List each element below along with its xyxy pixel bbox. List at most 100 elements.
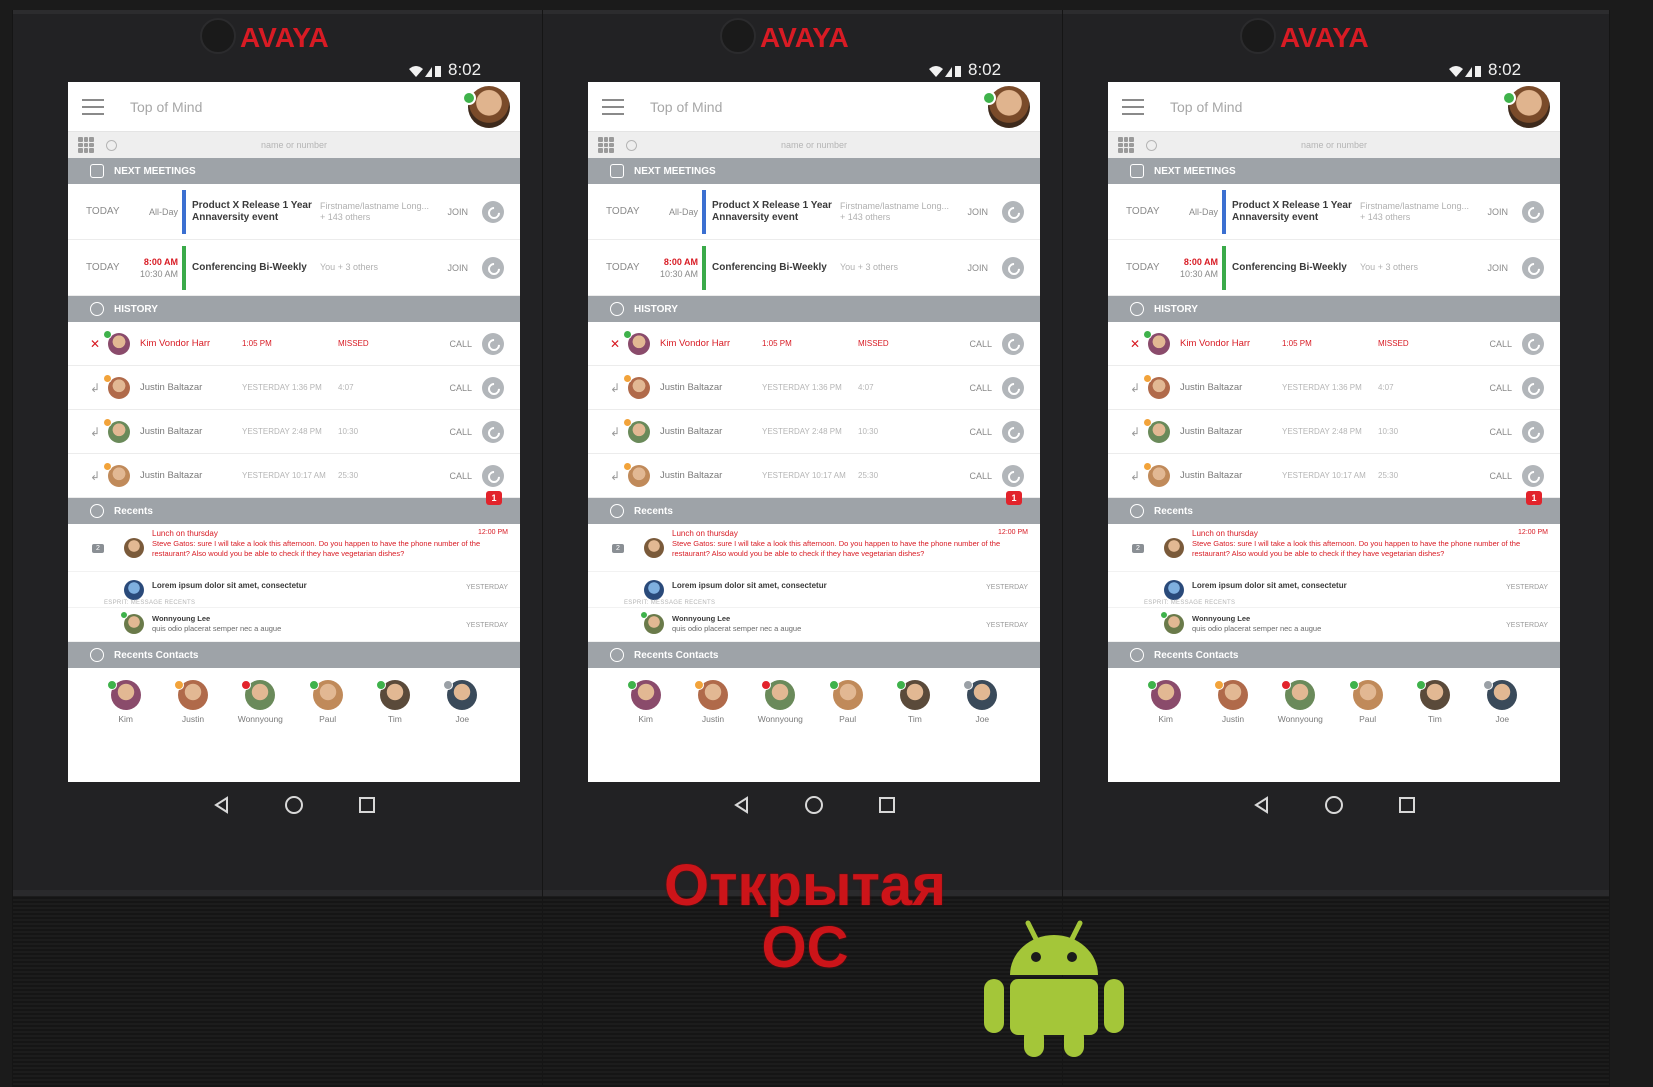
call-button[interactable] — [482, 376, 504, 399]
history-name: Justin Baltazar — [1180, 426, 1243, 437]
history-row[interactable]: ↲ Justin Baltazar YESTERDAY 2:48 PM 10:30 CA… — [1108, 410, 1560, 454]
meeting-row[interactable]: TODAY All-Day Product X Release 1 Year Anna… — [68, 184, 520, 240]
back-icon[interactable] — [213, 796, 229, 814]
recent-item[interactable]: Lorem ipsum dolor sit amet, consectetur Y… — [1108, 572, 1560, 608]
meeting-row[interactable]: TODAY 8:00 AM 10:30 AM Conferencing Bi-Week… — [68, 240, 520, 296]
contact-item[interactable]: Paul — [1343, 680, 1393, 724]
call-button[interactable] — [1522, 332, 1544, 355]
contact-item[interactable]: Paul — [823, 680, 873, 724]
search-input[interactable]: name or number — [588, 140, 1040, 150]
contact-item[interactable]: Wonnyoung — [755, 680, 805, 724]
recent-apps-icon[interactable] — [879, 797, 895, 813]
call-button[interactable] — [1002, 376, 1024, 399]
contact-item[interactable]: Justin — [688, 680, 738, 724]
history-row[interactable]: ✕ Kim Vondor Harr 1:05 PM MISSED CALL — [68, 322, 520, 366]
home-icon[interactable] — [805, 796, 823, 814]
menu-icon[interactable] — [602, 98, 624, 115]
recent-item[interactable]: 2 Lunch on thursday Steve Gatos: sure I wi… — [68, 524, 520, 572]
meeting-row[interactable]: TODAY All-Day Product X Release 1 Year Anna… — [1108, 184, 1560, 240]
chat-bubble-icon — [90, 504, 104, 518]
contact-item[interactable]: Kim — [621, 680, 671, 724]
join-button[interactable] — [482, 200, 504, 223]
meeting-row[interactable]: TODAY All-Day Product X Release 1 Year Anna… — [588, 184, 1040, 240]
search-bar[interactable]: name or number — [68, 132, 520, 158]
history-row[interactable]: ↲ Justin Baltazar YESTERDAY 1:36 PM 4:07 CAL… — [68, 366, 520, 410]
my-avatar[interactable] — [1508, 86, 1550, 128]
search-bar[interactable]: name or number — [1108, 132, 1560, 158]
contact-item[interactable]: Wonnyoung — [235, 680, 285, 724]
call-button[interactable] — [1002, 332, 1024, 355]
back-icon[interactable] — [1253, 796, 1269, 814]
contact-item[interactable]: Paul — [303, 680, 353, 724]
meeting-color-bar — [702, 189, 706, 234]
history-time: 1:05 PM — [762, 339, 792, 348]
history-row[interactable]: ↲ Justin Baltazar YESTERDAY 2:48 PM 10:30 CA… — [68, 410, 520, 454]
history-row[interactable]: ↲ Justin Baltazar YESTERDAY 10:17 AM 25:30 C… — [1108, 454, 1560, 505]
contact-item[interactable]: Justin — [168, 680, 218, 724]
meeting-subject: Conferencing Bi-Weekly — [192, 262, 320, 274]
history-row[interactable]: ↲ Justin Baltazar YESTERDAY 1:36 PM 4:07 CAL… — [588, 366, 1040, 410]
contact-item[interactable]: Joe — [1477, 680, 1527, 724]
meeting-start: All-Day — [668, 206, 698, 217]
my-avatar[interactable] — [988, 86, 1030, 128]
call-label: CALL — [969, 382, 992, 393]
meeting-attendees: You + 3 others — [840, 262, 952, 273]
menu-icon[interactable] — [82, 98, 104, 115]
contact-item[interactable]: Kim — [1141, 680, 1191, 724]
history-duration: 10:30 — [1378, 427, 1399, 436]
wifi-signal-battery-icon — [408, 63, 442, 77]
recent-item[interactable]: Lorem ipsum dolor sit amet, consectetur Y… — [68, 572, 520, 608]
call-label: CALL — [1489, 382, 1512, 393]
join-button[interactable] — [1522, 256, 1544, 279]
call-button[interactable] — [482, 420, 504, 443]
call-button[interactable] — [482, 464, 504, 487]
join-button[interactable] — [482, 256, 504, 279]
history-row[interactable]: ✕ Kim Vondor Harr 1:05 PM MISSED CALL — [588, 322, 1040, 366]
recent-item[interactable]: Wonnyoung Lee quis odio placerat semper n… — [588, 608, 1040, 642]
home-icon[interactable] — [285, 796, 303, 814]
contact-item[interactable]: Tim — [370, 680, 420, 724]
my-avatar[interactable] — [468, 86, 510, 128]
history-name: Kim Vondor Harr — [1180, 338, 1251, 349]
recent-item[interactable]: Wonnyoung Lee quis odio placerat semper n… — [68, 608, 520, 642]
recent-item[interactable]: Lorem ipsum dolor sit amet, consectetur Y… — [588, 572, 1040, 608]
search-input[interactable]: name or number — [1108, 140, 1560, 150]
join-button[interactable] — [1522, 200, 1544, 223]
recent-apps-icon[interactable] — [1399, 797, 1415, 813]
contact-item[interactable]: Joe — [437, 680, 487, 724]
recent-item[interactable]: 2 Lunch on thursday Steve Gatos: sure I wi… — [1108, 524, 1560, 572]
contact-item[interactable]: Joe — [957, 680, 1007, 724]
join-button[interactable] — [1002, 256, 1024, 279]
history-row[interactable]: ↲ Justin Baltazar YESTERDAY 1:36 PM 4:07 CAL… — [1108, 366, 1560, 410]
home-icon[interactable] — [1325, 796, 1343, 814]
contact-item[interactable]: Tim — [1410, 680, 1460, 724]
call-button[interactable] — [1522, 376, 1544, 399]
call-button[interactable] — [1522, 420, 1544, 443]
contact-item[interactable]: Wonnyoung — [1275, 680, 1325, 724]
contact-name: Justin — [1221, 714, 1245, 724]
call-button[interactable] — [1002, 420, 1024, 443]
history-row[interactable]: ↲ Justin Baltazar YESTERDAY 10:17 AM 25:30 C… — [68, 454, 520, 505]
menu-icon[interactable] — [1122, 98, 1144, 115]
contact-item[interactable]: Justin — [1208, 680, 1258, 724]
recent-apps-icon[interactable] — [359, 797, 375, 813]
recent-item[interactable]: Wonnyoung Lee quis odio placerat semper n… — [1108, 608, 1560, 642]
recent-item[interactable]: 2 Lunch on thursday Steve Gatos: sure I wi… — [588, 524, 1040, 572]
call-button[interactable] — [1002, 464, 1024, 487]
meeting-row[interactable]: TODAY 8:00 AM 10:30 AM Conferencing Bi-Week… — [1108, 240, 1560, 296]
call-button[interactable] — [1522, 464, 1544, 487]
recent-contacts-list: Kim Justin Wonnyoung Paul Tim Joe — [1108, 668, 1560, 724]
contact-item[interactable]: Tim — [890, 680, 940, 724]
history-row[interactable]: ↲ Justin Baltazar YESTERDAY 10:17 AM 25:30 C… — [588, 454, 1040, 505]
call-button[interactable] — [482, 332, 504, 355]
contact-name: Wonnyoung — [1277, 714, 1323, 724]
search-bar[interactable]: name or number — [588, 132, 1040, 158]
back-icon[interactable] — [733, 796, 749, 814]
search-input[interactable]: name or number — [68, 140, 520, 150]
history-row[interactable]: ✕ Kim Vondor Harr 1:05 PM MISSED CALL — [1108, 322, 1560, 366]
history-row[interactable]: ↲ Justin Baltazar YESTERDAY 2:48 PM 10:30 CA… — [588, 410, 1040, 454]
join-button[interactable] — [1002, 200, 1024, 223]
contact-item[interactable]: Kim — [101, 680, 151, 724]
meeting-start: 8:00 AM — [143, 256, 178, 267]
meeting-row[interactable]: TODAY 8:00 AM 10:30 AM Conferencing Bi-Week… — [588, 240, 1040, 296]
